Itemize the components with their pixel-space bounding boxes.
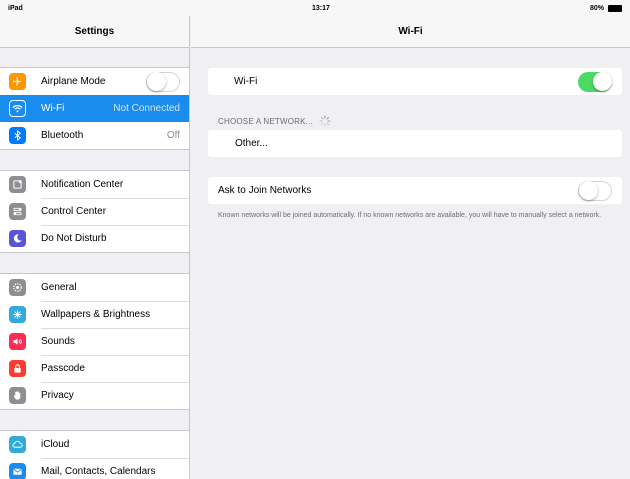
clock: 13:17 [312, 5, 330, 12]
sidebar-item-label: Notification Center [41, 179, 124, 190]
sidebar-item-privacy[interactable]: Privacy [0, 382, 189, 409]
wifi-toggle[interactable] [578, 71, 612, 92]
sidebar-item-sounds[interactable]: Sounds [0, 328, 189, 355]
sidebar-item-control-center[interactable]: Control Center [0, 198, 189, 225]
sidebar-item-bluetooth[interactable]: Bluetooth Off [0, 122, 189, 149]
sidebar-item-label: General [41, 282, 77, 293]
battery-percent: 80% [589, 5, 604, 12]
sidebar-item-label: Bluetooth [41, 130, 84, 141]
sidebar-item-passcode[interactable]: Passcode [0, 355, 189, 382]
page-title: Wi-Fi [191, 16, 630, 48]
bluetooth-status-value: Off [166, 130, 180, 141]
ask-to-join-row: Ask to Join Networks [208, 177, 622, 204]
sidebar-item-label: Wi-Fi [41, 103, 65, 114]
airplane-icon [9, 73, 26, 90]
wifi-status-value: Not Connected [113, 103, 180, 114]
device-name: iPad [8, 5, 23, 12]
control-center-icon [9, 203, 26, 220]
sidebar-item-notification-center[interactable]: Notification Center [0, 171, 189, 198]
gear-icon [9, 279, 26, 296]
other-network-label: Other... [235, 138, 268, 149]
notification-center-icon [9, 176, 26, 193]
wifi-icon [9, 100, 26, 117]
sidebar-group-system: General Wallpapers & Brightness Sounds P… [0, 273, 189, 410]
sidebar-item-wifi[interactable]: Wi-Fi Not Connected [0, 95, 189, 122]
sidebar-item-icloud[interactable]: iCloud [0, 431, 189, 458]
sidebar-item-label: Airplane Mode [41, 76, 106, 87]
choose-network-header: CHOOSE A NETWORK... [218, 115, 331, 127]
battery-icon [608, 5, 622, 12]
sidebar-title: Settings [0, 16, 189, 48]
sidebar-group-connectivity: Airplane Mode Wi-Fi Not Connected Blueto… [0, 67, 189, 150]
status-bar: iPad 13:17 80% [0, 0, 630, 16]
sidebar-item-label: iCloud [41, 439, 70, 450]
sidebar-item-label: Wallpapers & Brightness [41, 309, 151, 320]
sidebar-group-centers: Notification Center Control Center Do No… [0, 170, 189, 253]
moon-icon [9, 230, 26, 247]
settings-sidebar: Settings Airplane Mode Wi-Fi Not Connect… [0, 16, 190, 479]
sidebar-item-label: Privacy [41, 390, 74, 401]
sidebar-item-mail-contacts-calendars[interactable]: Mail, Contacts, Calendars [0, 458, 189, 479]
sidebar-item-wallpapers-brightness[interactable]: Wallpapers & Brightness [0, 301, 189, 328]
sidebar-group-accounts: iCloud Mail, Contacts, Calendars [0, 430, 189, 479]
wifi-toggle-row: Wi-Fi [208, 68, 622, 95]
wifi-label: Wi-Fi [234, 76, 258, 87]
speaker-icon [9, 333, 26, 350]
sidebar-item-general[interactable]: General [0, 274, 189, 301]
sidebar-item-label: Passcode [41, 363, 85, 374]
sidebar-item-label: Mail, Contacts, Calendars [41, 466, 156, 477]
other-network-row[interactable]: Other... [208, 130, 622, 157]
sidebar-item-do-not-disturb[interactable]: Do Not Disturb [0, 225, 189, 252]
cloud-icon [9, 436, 26, 453]
ask-to-join-toggle[interactable] [578, 180, 612, 201]
sidebar-item-label: Do Not Disturb [41, 233, 107, 244]
sidebar-item-label: Control Center [41, 206, 107, 217]
ask-to-join-label: Ask to Join Networks [218, 185, 312, 196]
airplane-mode-toggle[interactable] [146, 71, 180, 92]
wallpaper-icon [9, 306, 26, 323]
sidebar-item-label: Sounds [41, 336, 75, 347]
ask-to-join-footnote: Known networks will be joined automatica… [218, 212, 602, 219]
sidebar-item-airplane-mode[interactable]: Airplane Mode [0, 68, 189, 95]
wifi-detail-pane: Wi-Fi Wi-Fi CHOOSE A NETWORK... Other...… [191, 16, 630, 479]
hand-icon [9, 387, 26, 404]
bluetooth-icon [9, 127, 26, 144]
loading-spinner-icon [319, 115, 331, 127]
lock-icon [9, 360, 26, 377]
mail-icon [9, 463, 26, 479]
choose-network-label: CHOOSE A NETWORK... [218, 116, 313, 126]
